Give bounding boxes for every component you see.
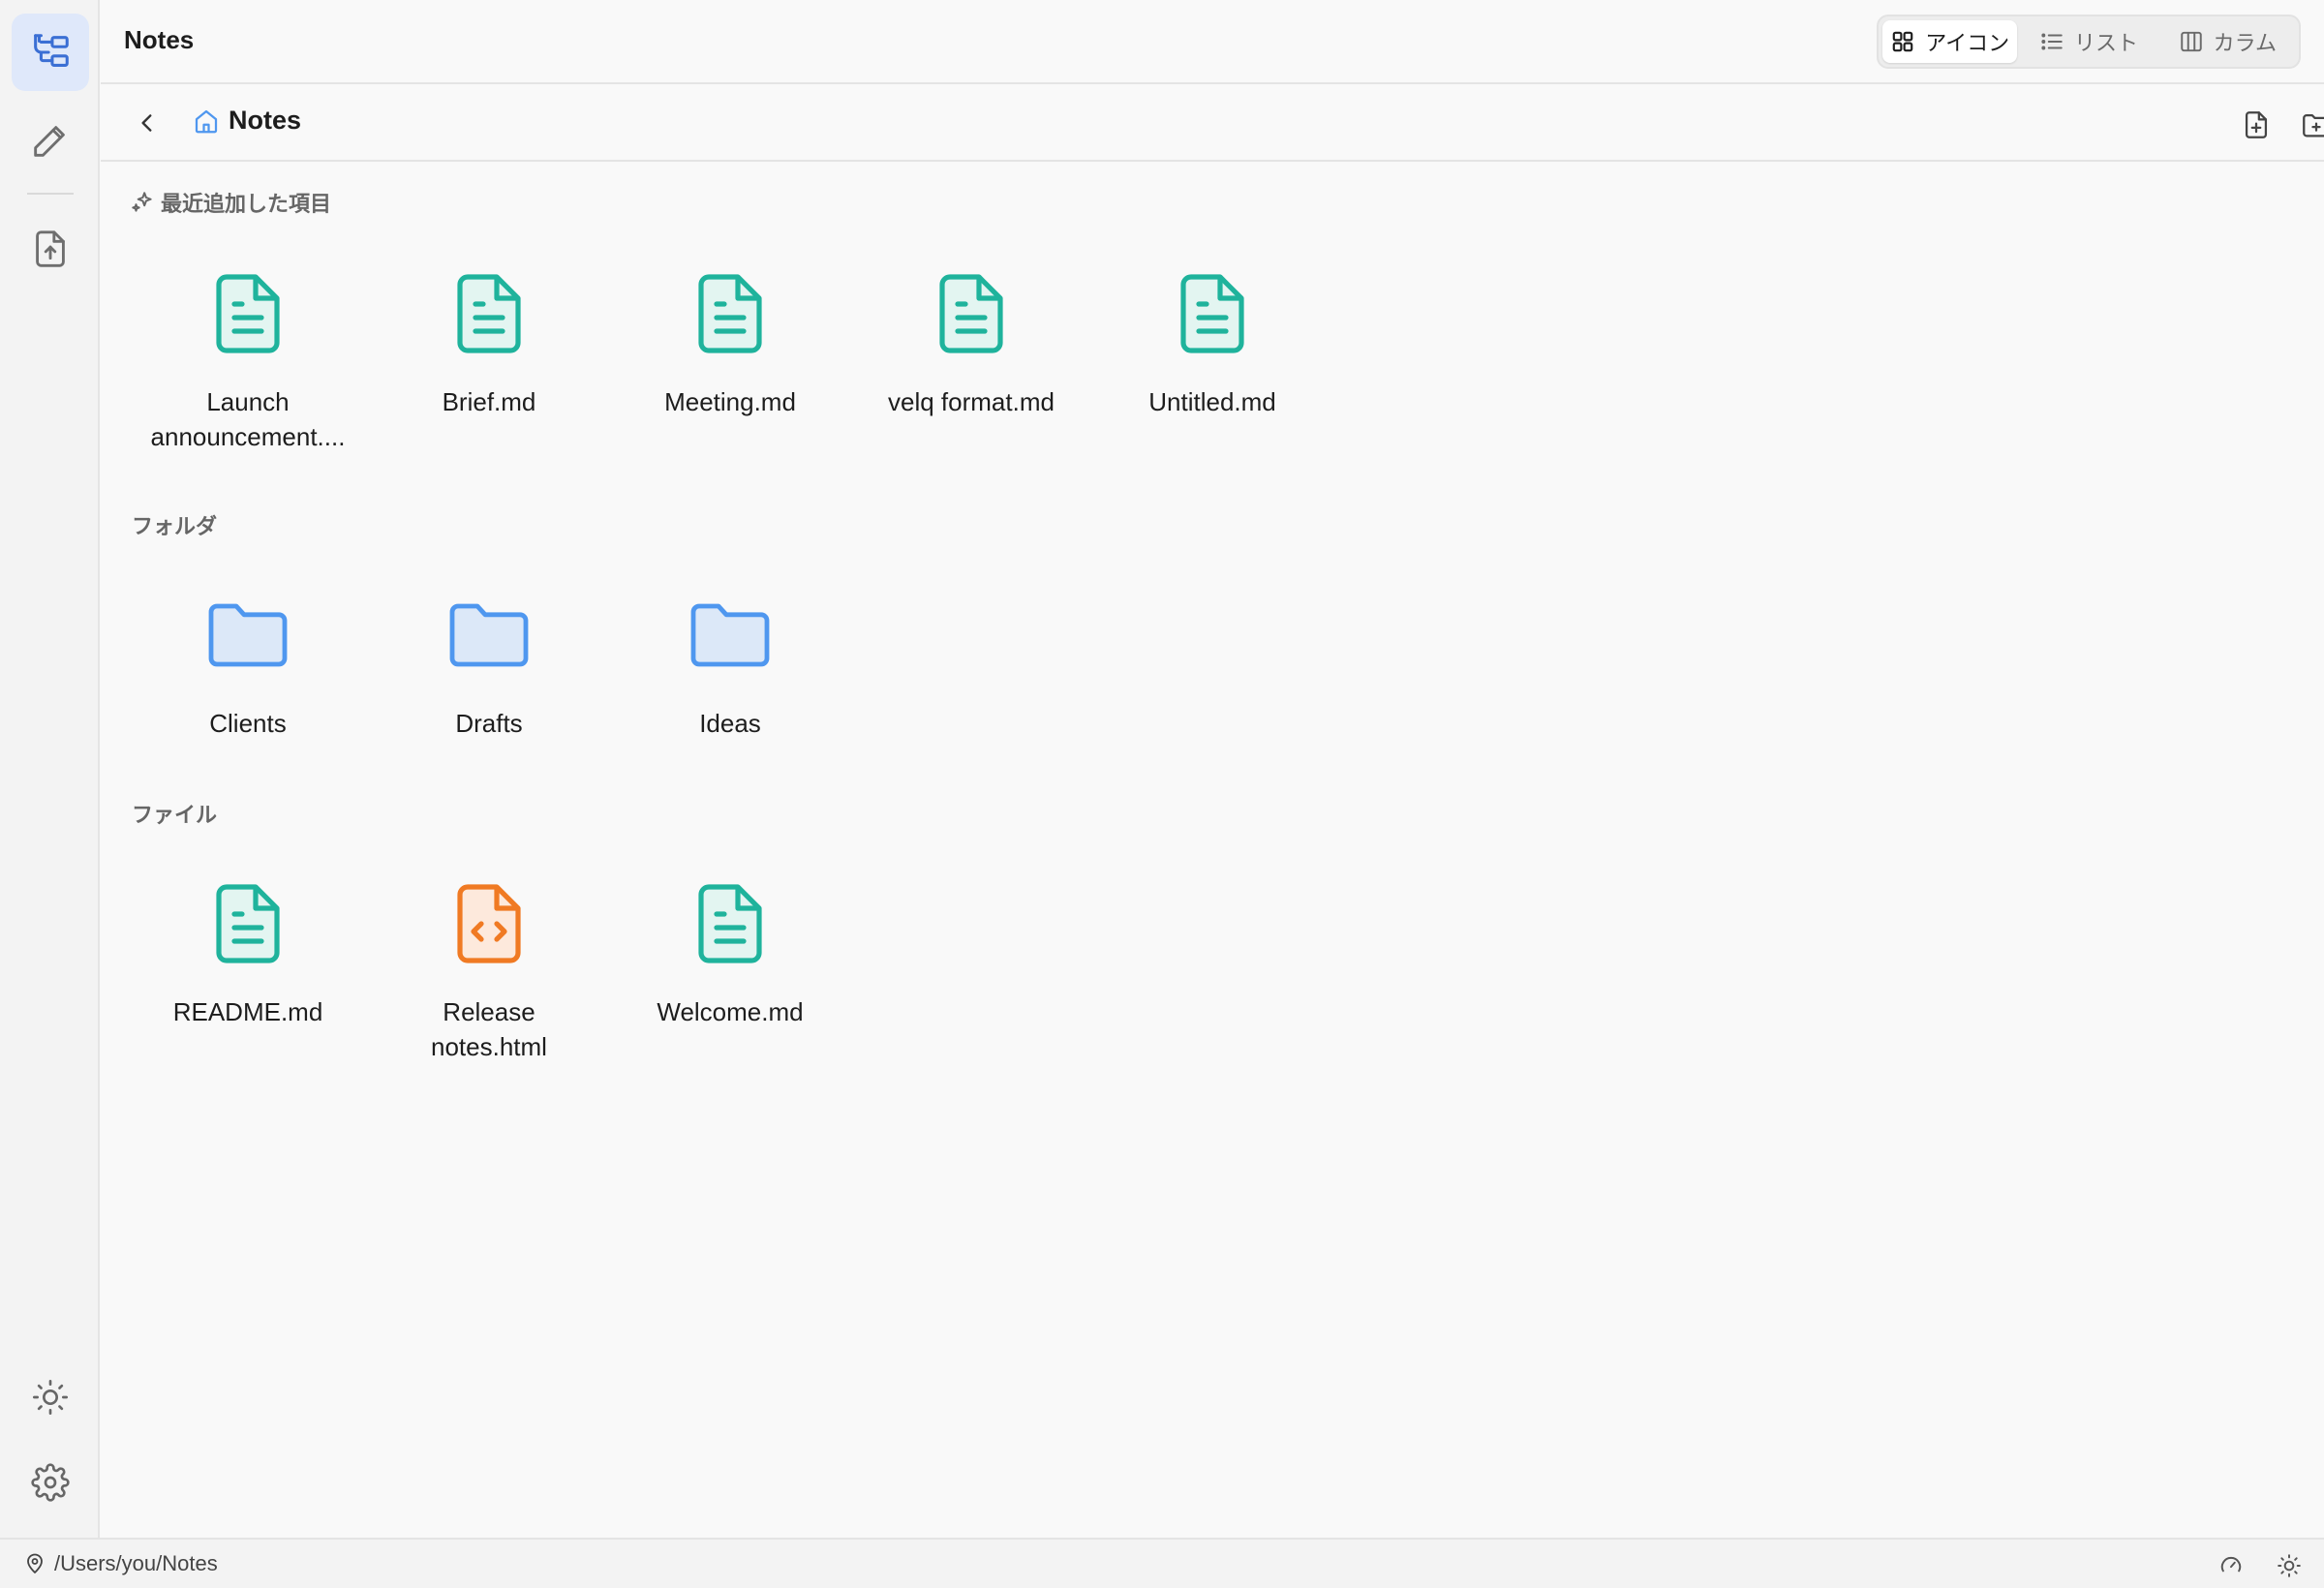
markdown-file-icon — [698, 274, 762, 353]
markdown-file-icon — [698, 884, 762, 963]
window-title: Notes — [124, 25, 195, 54]
file-name: Meeting.md — [664, 387, 796, 416]
view-option-icons[interactable]: アイコン — [1882, 20, 2018, 63]
file-tile[interactable]: Untitled.md — [1106, 260, 1319, 419]
markdown-file-icon — [939, 274, 1003, 353]
path-label: /Users/you/Notes — [54, 1551, 218, 1575]
activity-rail — [0, 0, 100, 1538]
list-icon — [2041, 33, 2063, 50]
breadcrumb[interactable]: Notes — [192, 106, 301, 136]
view-option-list[interactable]: リスト — [2021, 20, 2156, 63]
section-title-label: ファイル — [132, 804, 218, 828]
file-tile[interactable]: velq format.md — [865, 260, 1078, 419]
file-tile[interactable]: Welcome.md — [624, 870, 837, 1029]
sun-icon[interactable] — [2276, 1552, 2303, 1579]
section-title-recent: 最近追加した項目 — [130, 187, 331, 218]
grid-icon — [1892, 31, 1913, 52]
pencil-icon[interactable] — [12, 102, 89, 179]
markdown-file-icon — [457, 274, 521, 353]
view-option-label: リスト — [2073, 32, 2138, 56]
file-tile[interactable]: Brief.md — [382, 260, 596, 419]
columns-icon — [2180, 31, 2202, 52]
file-tree-icon[interactable] — [12, 14, 89, 91]
folder-name: Drafts — [455, 709, 523, 738]
sun-icon[interactable] — [26, 1373, 75, 1421]
new-file-icon — [2245, 111, 2268, 138]
file-upload-icon[interactable] — [12, 210, 89, 288]
new-folder-icon — [2303, 113, 2324, 137]
file-tile[interactable]: Meeting.md — [624, 260, 837, 419]
back-button[interactable] — [128, 104, 167, 142]
view-option-label: カラム — [2213, 32, 2277, 56]
file-name: Welcome.md — [657, 997, 804, 1026]
title-bar: Notes アイコン リスト カラム — [101, 0, 2324, 84]
gauge-icon[interactable] — [2217, 1552, 2245, 1579]
gear-icon[interactable] — [26, 1458, 75, 1507]
folder-tile[interactable]: Clients — [141, 582, 354, 741]
html-file-icon — [457, 884, 521, 963]
new-file-button[interactable] — [2235, 104, 2278, 146]
markdown-file-icon — [216, 884, 280, 963]
chevron-left-icon — [141, 114, 152, 132]
status-bar: /Users/you/Notes — [0, 1538, 2324, 1588]
rail-divider — [27, 193, 74, 195]
view-option-columns[interactable]: カラム — [2160, 20, 2295, 63]
markdown-file-icon — [216, 274, 280, 353]
view-option-label: アイコン — [1925, 32, 2010, 56]
markdown-file-icon — [1180, 274, 1244, 353]
folder-name: Clients — [209, 709, 287, 738]
file-tile[interactable]: README.md — [141, 870, 354, 1029]
file-name: README.md — [172, 997, 323, 1026]
home-icon — [195, 109, 218, 133]
folder-tile[interactable]: Ideas — [624, 582, 837, 741]
section-title-label: フォルダ — [132, 515, 218, 539]
sparkle-icon — [132, 192, 152, 212]
folder-icon — [449, 603, 529, 667]
new-folder-button[interactable] — [2295, 104, 2324, 146]
navigation-bar: Notes — [101, 84, 2324, 162]
folder-icon — [208, 603, 288, 667]
location-pin-icon — [27, 1553, 43, 1573]
file-name: Untitled.md — [1148, 387, 1276, 416]
section-title-files: ファイル — [132, 798, 217, 829]
file-tile[interactable]: Release notes.html — [382, 870, 596, 1064]
folder-name: Ideas — [699, 709, 761, 738]
file-name: Brief.md — [442, 387, 536, 416]
section-title-folders: フォルダ — [132, 509, 217, 540]
folder-icon — [690, 603, 770, 667]
file-name: Release notes.html — [431, 997, 547, 1061]
section-title-label: 最近追加した項目 — [161, 193, 332, 217]
file-browser: 最近追加した項目 Launch announcement.... Brief.m… — [101, 164, 2324, 1538]
folder-tile[interactable]: Drafts — [382, 582, 596, 741]
view-mode-switch: アイコン リスト カラム — [1877, 15, 2301, 69]
current-path[interactable]: /Users/you/Notes — [23, 1551, 218, 1576]
breadcrumb-label: Notes — [229, 106, 302, 135]
file-name: Launch announcement.... — [150, 387, 346, 451]
file-tile[interactable]: Launch announcement.... — [141, 260, 354, 454]
file-name: velq format.md — [888, 387, 1055, 416]
